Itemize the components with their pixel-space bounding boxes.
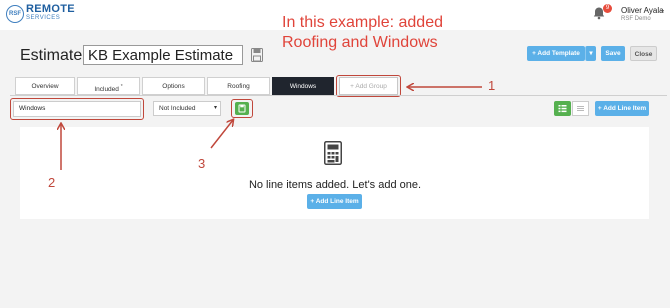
annotation-number-3: 3 [198, 156, 206, 171]
annotation-arrow-3 [210, 120, 233, 149]
annotation-number-2: 2 [48, 175, 56, 190]
annotation-number-1: 1 [488, 78, 496, 93]
annotation-arrows [0, 0, 482, 170]
